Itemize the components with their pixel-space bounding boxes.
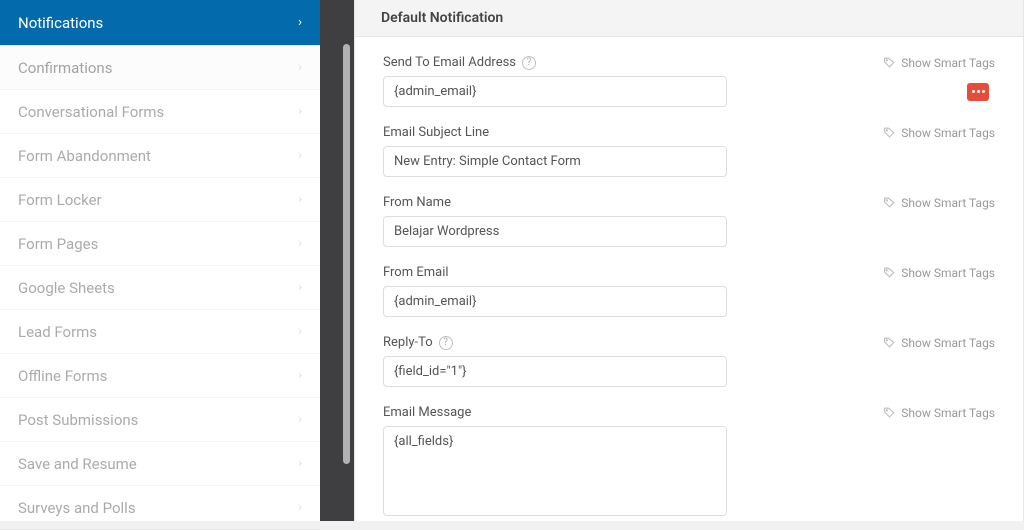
link-text: Show Smart Tags bbox=[901, 126, 995, 140]
chevron-right-icon: › bbox=[298, 148, 302, 163]
sidebar-item-label: Form Locker bbox=[18, 191, 298, 209]
panel-title: Default Notification bbox=[355, 0, 1023, 37]
sidebar-item-label: Form Pages bbox=[18, 235, 298, 253]
sidebar-item-label: Offline Forms bbox=[18, 367, 298, 385]
chevron-right-icon: › bbox=[298, 280, 302, 295]
sidebar-item-label: Confirmations bbox=[18, 59, 298, 77]
tag-icon bbox=[883, 336, 896, 349]
main-content: Default Notification Send To Email Addre… bbox=[354, 0, 1024, 521]
field-label: Send To Email Address ? bbox=[383, 55, 536, 70]
sidebar-item-label: Save and Resume bbox=[18, 455, 298, 473]
sidebar-item-notifications[interactable]: Notifications › bbox=[0, 0, 320, 46]
label-text: Email Message bbox=[383, 405, 471, 420]
link-text: Show Smart Tags bbox=[901, 336, 995, 350]
chevron-right-icon: › bbox=[298, 456, 302, 471]
chevron-right-icon: › bbox=[298, 104, 302, 119]
label-text: Send To Email Address bbox=[383, 55, 516, 70]
sidebar-item-form-locker[interactable]: Form Locker › bbox=[0, 178, 320, 222]
from-email-input[interactable] bbox=[383, 286, 727, 317]
help-icon[interactable]: ? bbox=[439, 336, 453, 350]
field-send-to: Send To Email Address ? Show Smart Tags bbox=[383, 55, 995, 107]
show-smart-tags-link[interactable]: Show Smart Tags bbox=[883, 56, 995, 70]
label-text: From Email bbox=[383, 265, 449, 280]
tag-icon bbox=[883, 266, 896, 279]
from-name-input[interactable] bbox=[383, 216, 727, 247]
tag-icon bbox=[883, 406, 896, 419]
show-smart-tags-link[interactable]: Show Smart Tags bbox=[883, 336, 995, 350]
show-smart-tags-link[interactable]: Show Smart Tags bbox=[883, 406, 995, 420]
link-text: Show Smart Tags bbox=[901, 406, 995, 420]
chevron-right-icon: › bbox=[298, 60, 302, 75]
sidebar-item-offline-forms[interactable]: Offline Forms › bbox=[0, 354, 320, 398]
label-text: From Name bbox=[383, 195, 451, 210]
field-from-name: From Name Show Smart Tags bbox=[383, 195, 995, 247]
field-label: From Name bbox=[383, 195, 451, 210]
sidebar-item-form-pages[interactable]: Form Pages › bbox=[0, 222, 320, 266]
field-email-message: Email Message Show Smart Tags bbox=[383, 405, 995, 516]
field-label: Email Subject Line bbox=[383, 125, 489, 140]
link-text: Show Smart Tags bbox=[901, 196, 995, 210]
field-label: Reply-To ? bbox=[383, 335, 453, 350]
sidebar-item-post-submissions[interactable]: Post Submissions › bbox=[0, 398, 320, 442]
smart-tag-insert-button[interactable] bbox=[967, 83, 989, 101]
sidebar-item-conversational-forms[interactable]: Conversational Forms › bbox=[0, 90, 320, 134]
link-text: Show Smart Tags bbox=[901, 266, 995, 280]
sidebar-item-label: Google Sheets bbox=[18, 279, 298, 297]
tag-icon bbox=[883, 126, 896, 139]
label-text: Reply-To bbox=[383, 335, 433, 350]
subject-input[interactable] bbox=[383, 146, 727, 177]
sidebar-item-confirmations[interactable]: Confirmations › bbox=[0, 46, 320, 90]
send-to-input[interactable] bbox=[383, 76, 727, 107]
link-text: Show Smart Tags bbox=[901, 56, 995, 70]
sidebar-item-surveys-and-polls[interactable]: Surveys and Polls › bbox=[0, 486, 320, 530]
field-reply-to: Reply-To ? Show Smart Tags bbox=[383, 335, 995, 387]
label-text: Email Subject Line bbox=[383, 125, 489, 140]
show-smart-tags-link[interactable]: Show Smart Tags bbox=[883, 126, 995, 140]
settings-sidebar: Notifications › Confirmations › Conversa… bbox=[0, 0, 320, 521]
sidebar-item-label: Surveys and Polls bbox=[18, 499, 298, 517]
help-icon[interactable]: ? bbox=[522, 56, 536, 70]
field-label: Email Message bbox=[383, 405, 471, 420]
tag-icon bbox=[883, 196, 896, 209]
reply-to-input[interactable] bbox=[383, 356, 727, 387]
sidebar-item-label: Notifications bbox=[18, 14, 298, 32]
field-subject: Email Subject Line Show Smart Tags bbox=[383, 125, 995, 177]
chevron-right-icon: › bbox=[298, 500, 302, 515]
sidebar-item-google-sheets[interactable]: Google Sheets › bbox=[0, 266, 320, 310]
sidebar-item-label: Lead Forms bbox=[18, 323, 298, 341]
sidebar-item-label: Form Abandonment bbox=[18, 147, 298, 165]
sidebar-item-form-abandonment[interactable]: Form Abandonment › bbox=[0, 134, 320, 178]
sidebar-container: Notifications › Confirmations › Conversa… bbox=[0, 0, 354, 521]
chevron-right-icon: › bbox=[298, 368, 302, 383]
chevron-right-icon: › bbox=[298, 15, 302, 30]
chevron-right-icon: › bbox=[298, 236, 302, 251]
tag-icon bbox=[883, 56, 896, 69]
panel-body: Send To Email Address ? Show Smart Tags bbox=[355, 37, 1023, 521]
show-smart-tags-link[interactable]: Show Smart Tags bbox=[883, 196, 995, 210]
notification-panel: Default Notification Send To Email Addre… bbox=[354, 0, 1024, 521]
sidebar-item-label: Post Submissions bbox=[18, 411, 298, 429]
chevron-right-icon: › bbox=[298, 324, 302, 339]
sidebar-item-save-and-resume[interactable]: Save and Resume › bbox=[0, 442, 320, 486]
sidebar-item-lead-forms[interactable]: Lead Forms › bbox=[0, 310, 320, 354]
field-from-email: From Email Show Smart Tags bbox=[383, 265, 995, 317]
chevron-right-icon: › bbox=[298, 412, 302, 427]
show-smart-tags-link[interactable]: Show Smart Tags bbox=[883, 266, 995, 280]
scrollbar[interactable] bbox=[343, 44, 350, 464]
email-message-textarea[interactable] bbox=[383, 426, 727, 516]
chevron-right-icon: › bbox=[298, 192, 302, 207]
field-label: From Email bbox=[383, 265, 449, 280]
sidebar-item-label: Conversational Forms bbox=[18, 103, 298, 121]
